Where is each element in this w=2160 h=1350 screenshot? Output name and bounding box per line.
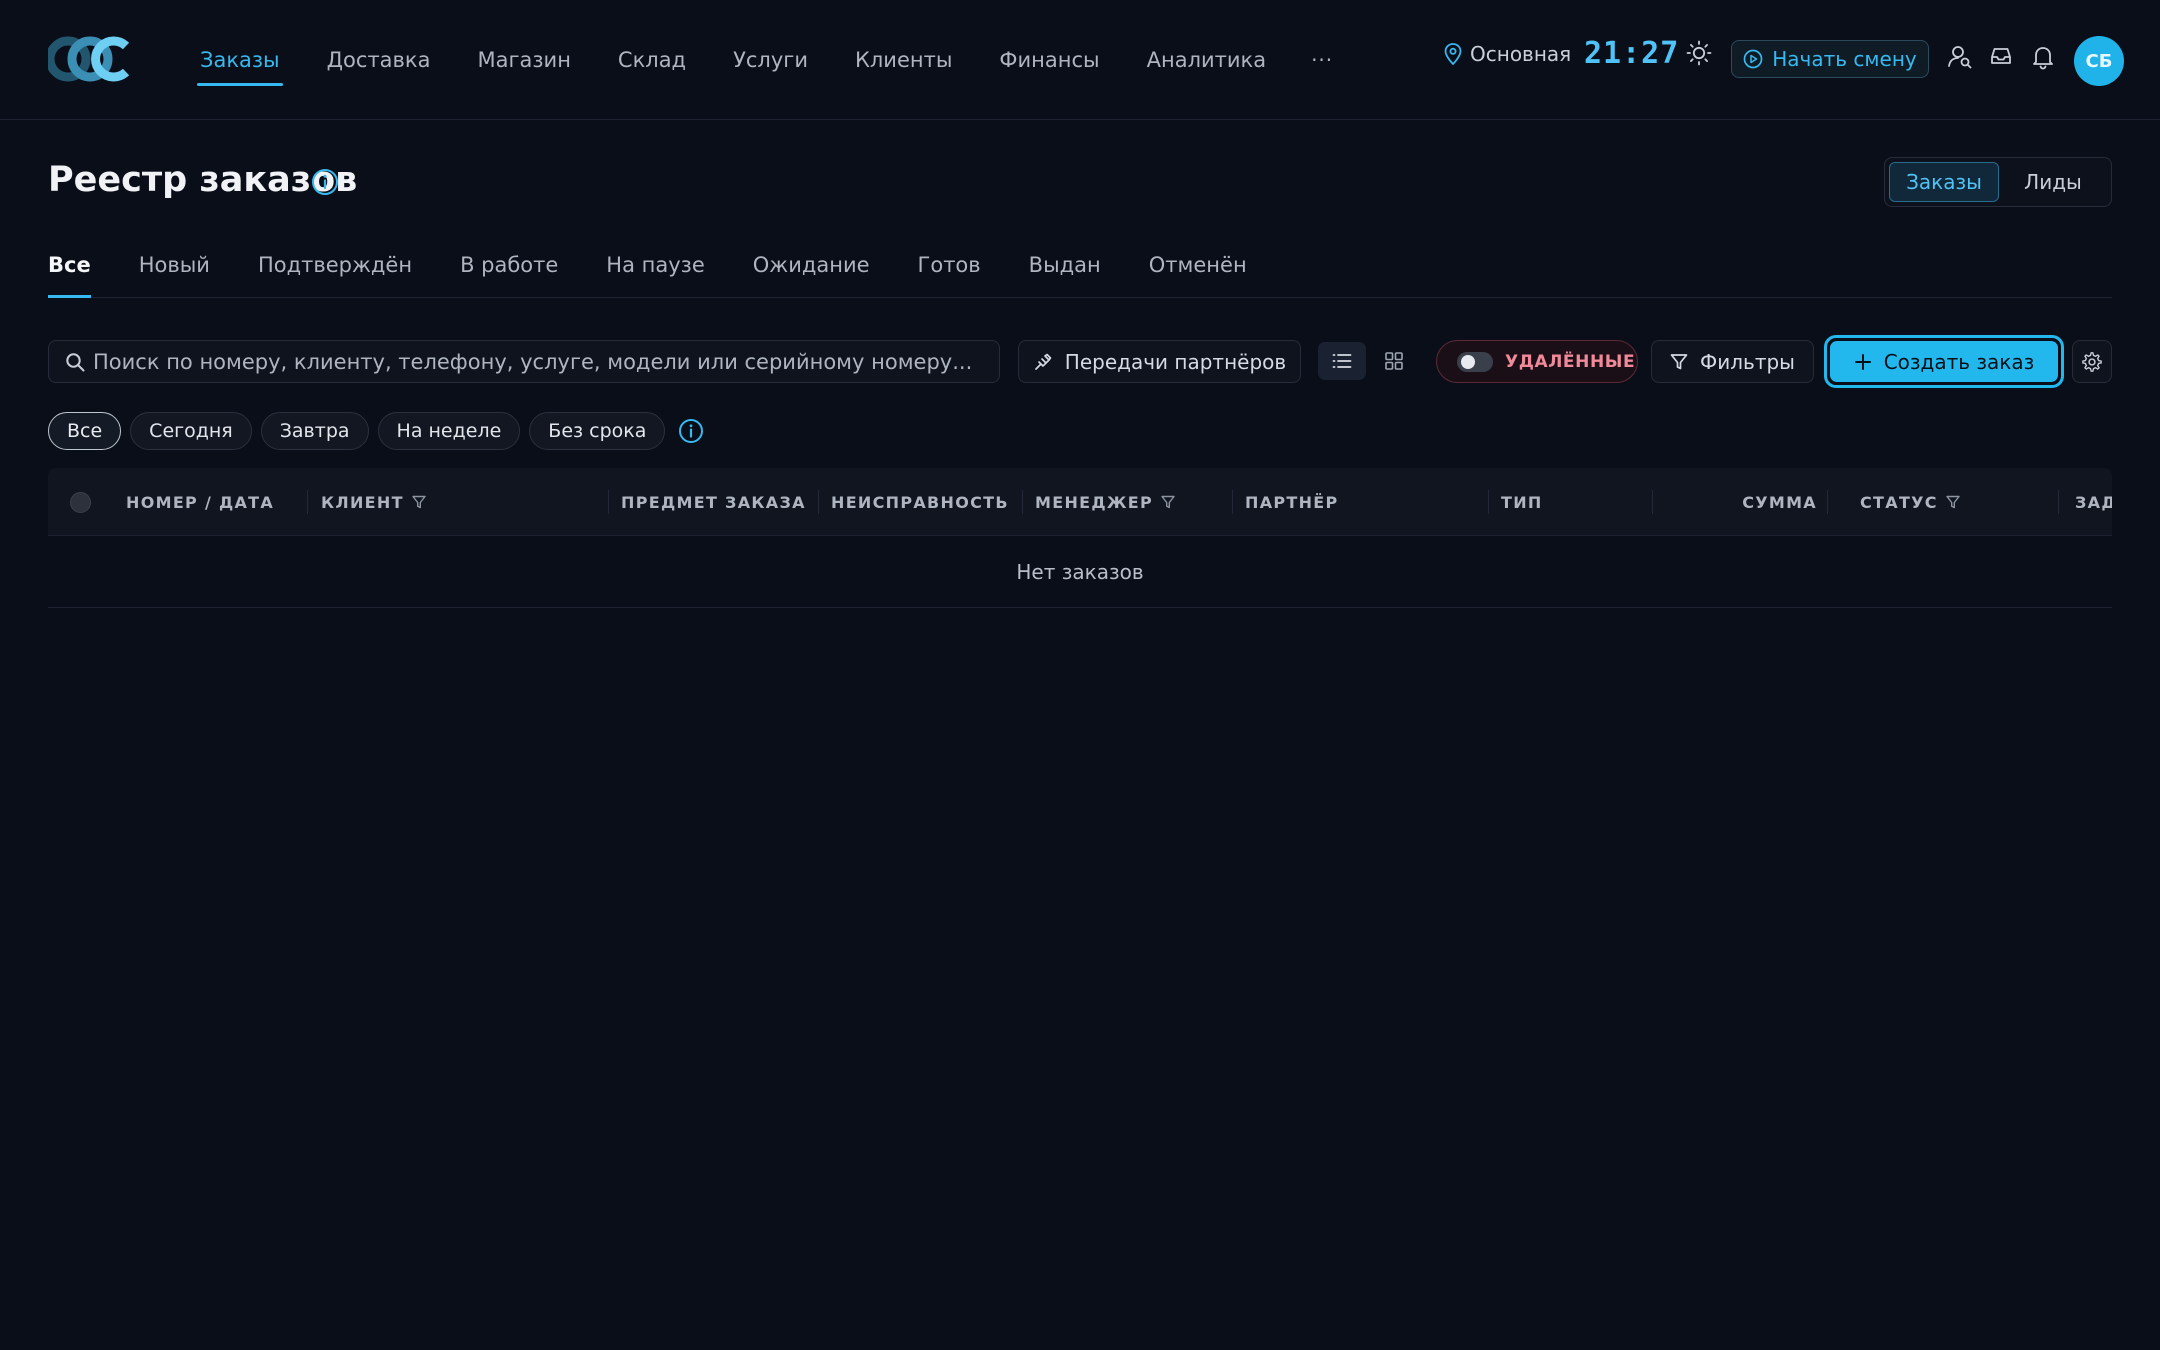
column-header-malfunction[interactable]: НЕИСПРАВНОСТЬ: [831, 468, 1009, 536]
list-view-button[interactable]: [1318, 342, 1366, 380]
column-header-task[interactable]: ЗАД: [2075, 468, 2112, 536]
column-divider: [818, 490, 819, 514]
column-divider: [307, 490, 308, 514]
info-icon[interactable]: [678, 418, 704, 444]
column-header-manager[interactable]: МЕНЕДЖЕР: [1035, 468, 1175, 536]
filter-icon[interactable]: [1946, 495, 1960, 509]
handshake-icon: [1034, 353, 1052, 370]
tab-new[interactable]: Новый: [139, 236, 210, 294]
bell-icon[interactable]: [2031, 44, 2055, 70]
chip-tomorrow[interactable]: Завтра: [260, 412, 369, 450]
filter-icon[interactable]: [1161, 495, 1175, 509]
chip-all[interactable]: Все: [48, 412, 122, 450]
table-header: НОМЕР / ДАТА КЛИЕНТ ПРЕДМЕТ ЗАКАЗА НЕИСП…: [48, 468, 2112, 536]
tab-confirmed[interactable]: Подтверждён: [258, 236, 412, 294]
column-divider: [1827, 490, 1828, 514]
column-header-partner[interactable]: ПАРТНЁР: [1245, 468, 1339, 536]
nav-more-button[interactable]: ···: [1311, 48, 1333, 72]
nav-item-orders[interactable]: Заказы: [197, 40, 283, 86]
funnel-icon: [1670, 353, 1688, 369]
toggle-switch[interactable]: [1457, 351, 1493, 372]
column-divider: [2058, 490, 2059, 514]
start-shift-label: Начать смену: [1772, 47, 1917, 71]
column-header-client[interactable]: КЛИЕНТ: [321, 468, 426, 536]
branch-selector[interactable]: Основная: [1444, 42, 1571, 66]
chip-today[interactable]: Сегодня: [130, 412, 252, 450]
column-header-order-subject[interactable]: ПРЕДМЕТ ЗАКАЗА: [621, 468, 806, 536]
show-deleted-toggle[interactable]: УДАЛЁННЫЕ: [1436, 340, 1638, 383]
top-bar: Заказы Доставка Магазин Склад Услуги Кли…: [0, 0, 2160, 120]
column-divider: [608, 490, 609, 514]
tab-all[interactable]: Все: [48, 236, 91, 298]
nav-item-delivery[interactable]: Доставка: [327, 40, 431, 80]
branch-name: Основная: [1470, 42, 1572, 66]
main-nav: Заказы Доставка Магазин Склад Услуги Кли…: [197, 0, 1333, 120]
search-input[interactable]: [93, 349, 999, 374]
orders-leads-switch: Заказы Лиды: [1884, 157, 2112, 207]
nav-item-finance[interactable]: Финансы: [999, 40, 1099, 80]
column-divider: [1232, 490, 1233, 514]
location-pin-icon: [1444, 43, 1462, 65]
column-divider: [1652, 490, 1653, 514]
tab-issued[interactable]: Выдан: [1029, 236, 1101, 294]
plus-icon: [1854, 353, 1871, 370]
column-divider: [1022, 490, 1023, 514]
column-header-number-date[interactable]: НОМЕР / ДАТА: [126, 468, 274, 536]
create-order-button[interactable]: Создать заказ: [1824, 335, 2064, 388]
chip-no-deadline[interactable]: Без срока: [529, 412, 666, 450]
app-logo[interactable]: [48, 36, 134, 82]
search-box: [48, 340, 1000, 383]
nav-item-clients[interactable]: Клиенты: [855, 40, 952, 80]
tab-cancelled[interactable]: Отменён: [1149, 236, 1247, 294]
due-date-chips: Все Сегодня Завтра На неделе Без срока: [48, 412, 704, 450]
status-tabs: Все Новый Подтверждён В работе На паузе …: [48, 236, 2112, 298]
create-order-button-inner: Создать заказ: [1830, 341, 2058, 382]
empty-state-message: Нет заказов: [48, 536, 2112, 608]
nav-item-shop[interactable]: Магазин: [477, 40, 570, 80]
partner-transfers-button[interactable]: Передачи партнёров: [1018, 340, 1301, 383]
user-search-icon[interactable]: [1947, 44, 1973, 70]
grid-view-button[interactable]: [1370, 342, 1418, 380]
select-all-checkbox[interactable]: [70, 492, 91, 513]
nav-item-analytics[interactable]: Аналитика: [1147, 40, 1266, 80]
nav-item-warehouse[interactable]: Склад: [618, 40, 686, 80]
column-header-status[interactable]: СТАТУС: [1860, 468, 1960, 536]
chip-this-week[interactable]: На неделе: [377, 412, 521, 450]
show-deleted-label: УДАЛЁННЫЕ: [1505, 351, 1636, 372]
sun-icon[interactable]: [1686, 40, 1712, 66]
tab-in-progress[interactable]: В работе: [460, 236, 558, 294]
partner-transfers-label: Передачи партнёров: [1064, 349, 1287, 374]
play-circle-icon: [1743, 49, 1763, 69]
clock: 21:27: [1584, 36, 1680, 71]
column-header-type[interactable]: ТИП: [1501, 468, 1543, 536]
nav-item-services[interactable]: Услуги: [733, 40, 808, 80]
tab-ready[interactable]: Готов: [918, 236, 981, 294]
grid-icon: [1385, 352, 1403, 370]
avatar[interactable]: СБ: [2074, 36, 2124, 86]
filters-button[interactable]: Фильтры: [1651, 340, 1814, 383]
info-icon[interactable]: [311, 168, 339, 196]
search-icon: [66, 352, 85, 371]
filter-icon[interactable]: [412, 495, 426, 509]
column-divider: [1488, 490, 1489, 514]
list-icon: [1332, 354, 1352, 368]
create-order-label: Создать заказ: [1883, 349, 2035, 374]
orders-table: НОМЕР / ДАТА КЛИЕНТ ПРЕДМЕТ ЗАКАЗА НЕИСП…: [48, 468, 2112, 608]
inbox-icon[interactable]: [1989, 44, 2013, 68]
table-settings-button[interactable]: [2072, 340, 2112, 383]
tab-waiting[interactable]: Ожидание: [753, 236, 870, 294]
filters-label: Фильтры: [1700, 349, 1795, 374]
column-header-amount[interactable]: СУММА: [1665, 468, 1817, 536]
segment-orders[interactable]: Заказы: [1889, 162, 1999, 202]
view-toggle: [1318, 342, 1418, 382]
gear-icon: [2082, 351, 2102, 372]
start-shift-button[interactable]: Начать смену: [1731, 40, 1929, 78]
segment-leads[interactable]: Лиды: [1999, 162, 2107, 202]
tab-paused[interactable]: На паузе: [606, 236, 704, 294]
